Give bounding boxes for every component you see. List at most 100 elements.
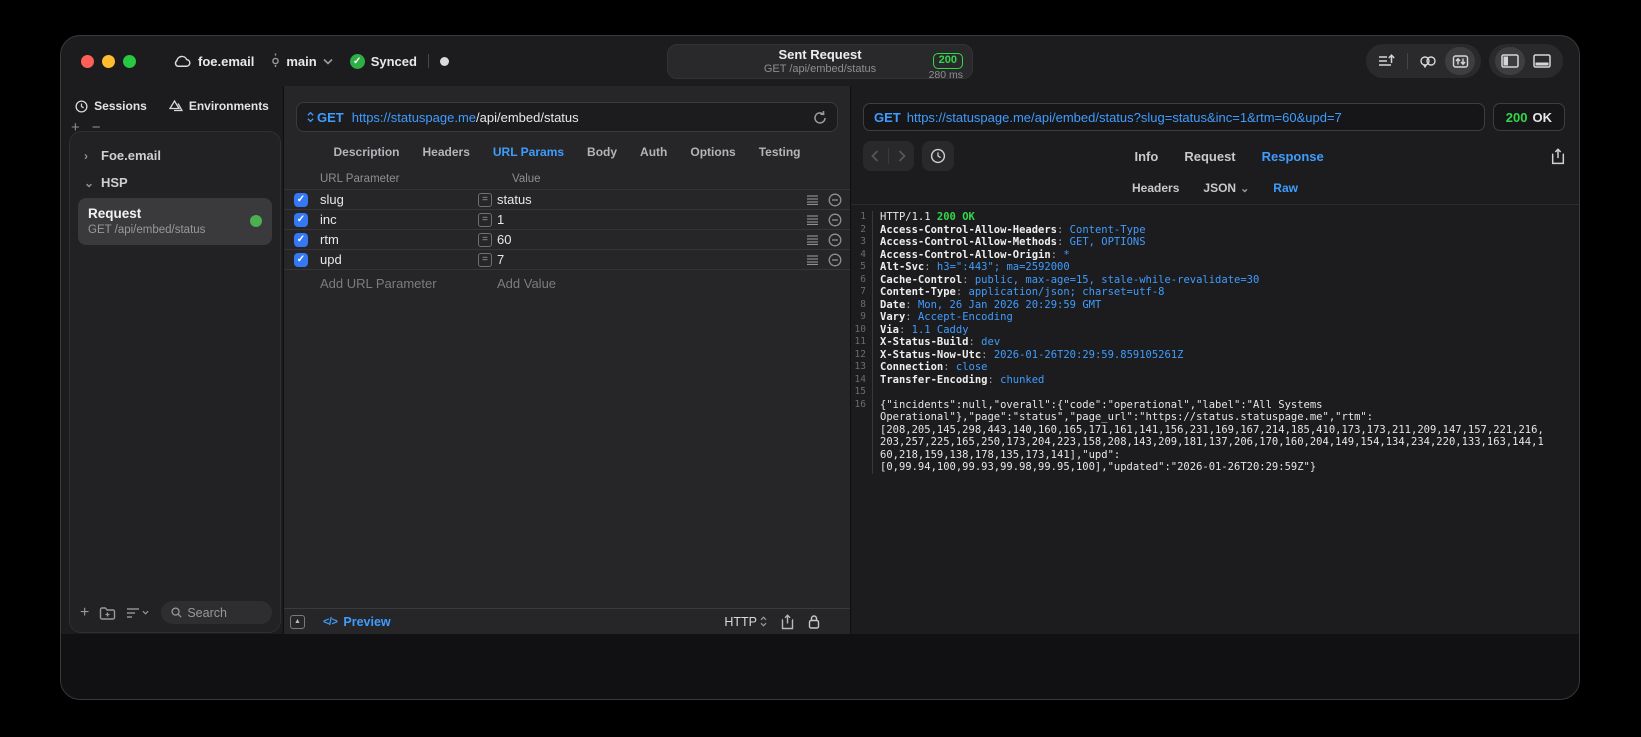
subtab-raw[interactable]: Raw — [1273, 181, 1298, 195]
request-url-field[interactable]: GET https://statuspage.me/api/embed/stat… — [296, 102, 838, 132]
equals-icon: = — [478, 252, 492, 267]
request-duration: 280 ms — [928, 69, 963, 81]
sessions-panel: › Foe.email ⌄ HSP Request GET /api/embed… — [69, 131, 281, 633]
add-request-button[interactable]: + — [80, 604, 89, 622]
sync-status-chip[interactable]: ✓ Synced — [349, 53, 417, 69]
request-url-host: https://statuspage.me — [351, 109, 477, 125]
chevron-down-icon — [323, 58, 333, 65]
history-back-button[interactable] — [871, 150, 879, 162]
subtab-headers[interactable]: Headers — [1132, 181, 1179, 195]
code-text: 203,257,225,165,250,173,204,223,158,208,… — [880, 436, 1544, 448]
tab-description[interactable]: Description — [334, 145, 400, 159]
code-text: Cache-Control: public, max-age=15, stale… — [880, 273, 1260, 286]
tab-body[interactable]: Body — [587, 145, 617, 159]
param-name-field[interactable]: upd — [320, 252, 478, 267]
branch-chip[interactable]: main — [271, 53, 333, 69]
export-response-button[interactable] — [1551, 147, 1565, 165]
response-status-text: OK — [1532, 109, 1553, 125]
request-list-item-selected[interactable]: Request GET /api/embed/status — [78, 198, 272, 246]
remove-param-button[interactable] — [828, 233, 842, 247]
new-folder-button[interactable] — [99, 606, 116, 620]
drag-handle-icon[interactable] — [806, 194, 819, 205]
toggle-bottom-panel-button[interactable] — [1527, 47, 1557, 75]
link-button[interactable] — [1413, 47, 1443, 75]
request-editor-pane: GET https://statuspage.me/api/embed/stat… — [283, 86, 851, 634]
tab-options[interactable]: Options — [690, 145, 735, 159]
tab-environments[interactable]: Environments — [168, 99, 269, 113]
sessions-tab-label: Sessions — [94, 99, 147, 113]
remove-param-button[interactable] — [828, 193, 842, 207]
line-number: 8 — [851, 298, 873, 311]
collapse-panel-button[interactable]: ▲ — [290, 614, 305, 629]
response-code-line: Operational"},"page":"status","page_url"… — [851, 411, 1579, 424]
code-text: Access-Control-Allow-Headers: Content-Ty… — [880, 223, 1146, 236]
sent-request-pill[interactable]: Sent Request GET /api/embed/status 200 2… — [667, 44, 973, 81]
request-queue-button[interactable] — [1372, 47, 1402, 75]
tree-item-foe-email[interactable]: › Foe.email — [76, 142, 274, 169]
tab-request[interactable]: Request — [1184, 149, 1235, 164]
sort-list-button[interactable] — [126, 607, 149, 619]
tab-auth[interactable]: Auth — [640, 145, 667, 159]
tab-testing[interactable]: Testing — [759, 145, 801, 159]
code-text: X-Status-Now-Utc: 2026-01-26T20:29:59.85… — [880, 348, 1184, 361]
search-input[interactable]: Search — [161, 601, 272, 624]
transfers-button[interactable] — [1445, 47, 1475, 75]
drag-handle-icon[interactable] — [806, 254, 819, 265]
code-text: Operational"},"page":"status","page_url"… — [880, 411, 1374, 423]
tree-item-hsp[interactable]: ⌄ HSP — [76, 169, 274, 196]
subtab-json[interactable]: JSON ⌄ — [1203, 181, 1249, 195]
branch-name: main — [286, 53, 317, 69]
response-status-box: 200 OK — [1492, 103, 1565, 131]
response-url: https://statuspage.me/api/embed/status?s… — [906, 109, 1342, 125]
share-request-button[interactable] — [781, 613, 794, 630]
subtab-label: Raw — [1273, 181, 1298, 195]
response-code-line: 9 Vary: Accept-Encoding — [851, 311, 1579, 324]
param-value-field[interactable]: 1 — [497, 212, 806, 227]
sync-label: Synced — [370, 53, 417, 69]
param-checkbox[interactable]: ✓ — [294, 212, 308, 227]
protocol-selector[interactable]: HTTP — [724, 615, 767, 629]
history-forward-button[interactable] — [898, 150, 906, 162]
status-badge: 200 — [932, 53, 963, 69]
queue-export-icon — [1378, 54, 1396, 68]
tab-url-params[interactable]: URL Params — [493, 145, 564, 159]
minimize-window-button[interactable] — [102, 54, 115, 68]
tab-info[interactable]: Info — [1135, 149, 1159, 164]
add-param-value-field[interactable]: Add Value — [497, 276, 556, 291]
status-dot[interactable] — [439, 56, 449, 66]
param-name-field[interactable]: inc — [320, 212, 478, 227]
param-value-field[interactable]: status — [497, 192, 806, 207]
resend-request-button[interactable] — [813, 110, 827, 125]
param-value-field[interactable]: 60 — [497, 232, 806, 247]
param-name-field[interactable]: slug — [320, 192, 478, 207]
drag-handle-icon[interactable] — [806, 214, 819, 225]
close-window-button[interactable] — [81, 54, 94, 68]
param-checkbox[interactable]: ✓ — [294, 232, 308, 247]
param-value-field[interactable]: 7 — [497, 252, 806, 267]
tab-response[interactable]: Response — [1262, 149, 1324, 164]
line-number — [851, 461, 873, 474]
toggle-sidebar-button[interactable] — [1495, 47, 1525, 75]
lock-icon[interactable] — [808, 614, 820, 629]
search-icon — [171, 607, 182, 618]
param-checkbox[interactable]: ✓ — [294, 192, 308, 207]
param-checkbox[interactable]: ✓ — [294, 252, 308, 267]
remove-param-button[interactable] — [828, 213, 842, 227]
tab-headers[interactable]: Headers — [423, 145, 470, 159]
param-name-field[interactable]: rtm — [320, 232, 478, 247]
zoom-window-button[interactable] — [123, 54, 136, 68]
remove-param-button[interactable] — [828, 253, 842, 267]
history-clock-button[interactable] — [922, 141, 954, 171]
response-tabs: Info Request Response — [1135, 149, 1324, 164]
request-editor-tabs: Description Headers URL Params Body Auth Opti… — [284, 132, 850, 169]
drag-handle-icon[interactable] — [806, 234, 819, 245]
project-chip[interactable]: foe.email — [172, 54, 254, 69]
app-window: foe.email main ✓ Synced Sent Request GET… — [60, 35, 1580, 700]
response-code-line: 1 HTTP/1.1 200 OK — [851, 211, 1579, 224]
line-number: 11 — [851, 336, 873, 349]
preview-button[interactable]: </> Preview — [323, 615, 391, 629]
response-code-line: 11 X-Status-Build: dev — [851, 336, 1579, 349]
param-table-body: ✓ slug = status ✓ inc = 1 ✓ rtm = 60 ✓ upd = 7 — [284, 190, 850, 270]
add-param-name-field[interactable]: Add URL Parameter — [320, 276, 497, 291]
tab-sessions[interactable]: Sessions — [75, 99, 147, 113]
